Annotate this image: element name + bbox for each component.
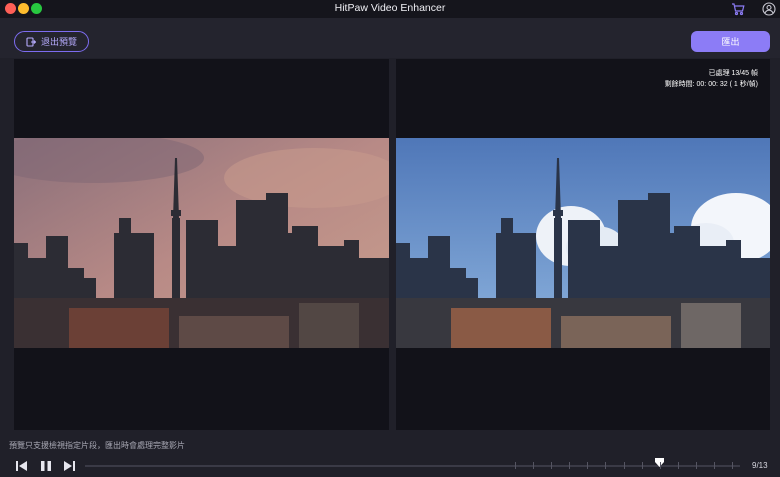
timeline-tick: [623, 462, 625, 469]
enhanced-video-frame: [396, 138, 770, 348]
pause-button[interactable]: [39, 459, 53, 471]
timeline-tick: [605, 462, 607, 469]
remaining-time-text: 剩餘時間: 00: 00: 32 ( 1 秒/幀): [664, 81, 758, 88]
previous-frame-button[interactable]: [15, 459, 29, 471]
processing-status: 已處理 13/45 幀 剩餘時間: 00: 00: 32 ( 1 秒/幀): [665, 68, 758, 90]
exit-preview-label: 退出預覽: [40, 37, 77, 47]
toolbar: 退出預覽 匯出: [0, 18, 780, 58]
pause-icon: [41, 461, 51, 471]
cart-icon[interactable]: [731, 2, 745, 16]
frame-timeline[interactable]: [85, 458, 740, 469]
previous-frame-icon: [16, 461, 27, 471]
window-title: HitPaw Video Enhancer: [334, 2, 446, 14]
frame-counter: 9/13: [752, 461, 768, 470]
next-frame-button[interactable]: [62, 459, 76, 471]
timeline-tick: [533, 462, 535, 469]
exit-preview-button[interactable]: 退出預覽: [14, 31, 89, 52]
processed-frames-text: 已處理 13/45 幀: [708, 70, 758, 77]
export-button[interactable]: 匯出: [691, 31, 770, 52]
timeline-tick: [551, 462, 553, 469]
next-frame-icon: [64, 461, 75, 471]
timeline-tick: [587, 462, 589, 469]
original-preview-panel: [14, 59, 389, 430]
timeline-tick: [713, 462, 715, 469]
app-window: HitPaw Video Enhancer 退出預覽 匯出 已處理 13/45 …: [0, 0, 780, 477]
timeline-tick: [677, 462, 679, 469]
playback-controls: 9/13: [0, 453, 780, 477]
title-bar: HitPaw Video Enhancer: [0, 0, 780, 18]
user-icon[interactable]: [762, 2, 776, 16]
timeline-tick: [659, 462, 661, 469]
timeline-tick: [732, 462, 733, 469]
enhanced-preview-panel: 已處理 13/45 幀 剩餘時間: 00: 00: 32 ( 1 秒/幀): [396, 59, 770, 430]
exit-icon: [26, 36, 36, 47]
original-video-frame: [14, 138, 389, 348]
timeline-tick: [641, 462, 643, 469]
timeline-tick: [515, 462, 516, 469]
timeline-tick: [569, 462, 571, 469]
preview-hint-text: 預覽只支援檢視指定片段，匯出時會處理完整影片: [9, 441, 185, 450]
timeline-tick: [695, 462, 697, 469]
